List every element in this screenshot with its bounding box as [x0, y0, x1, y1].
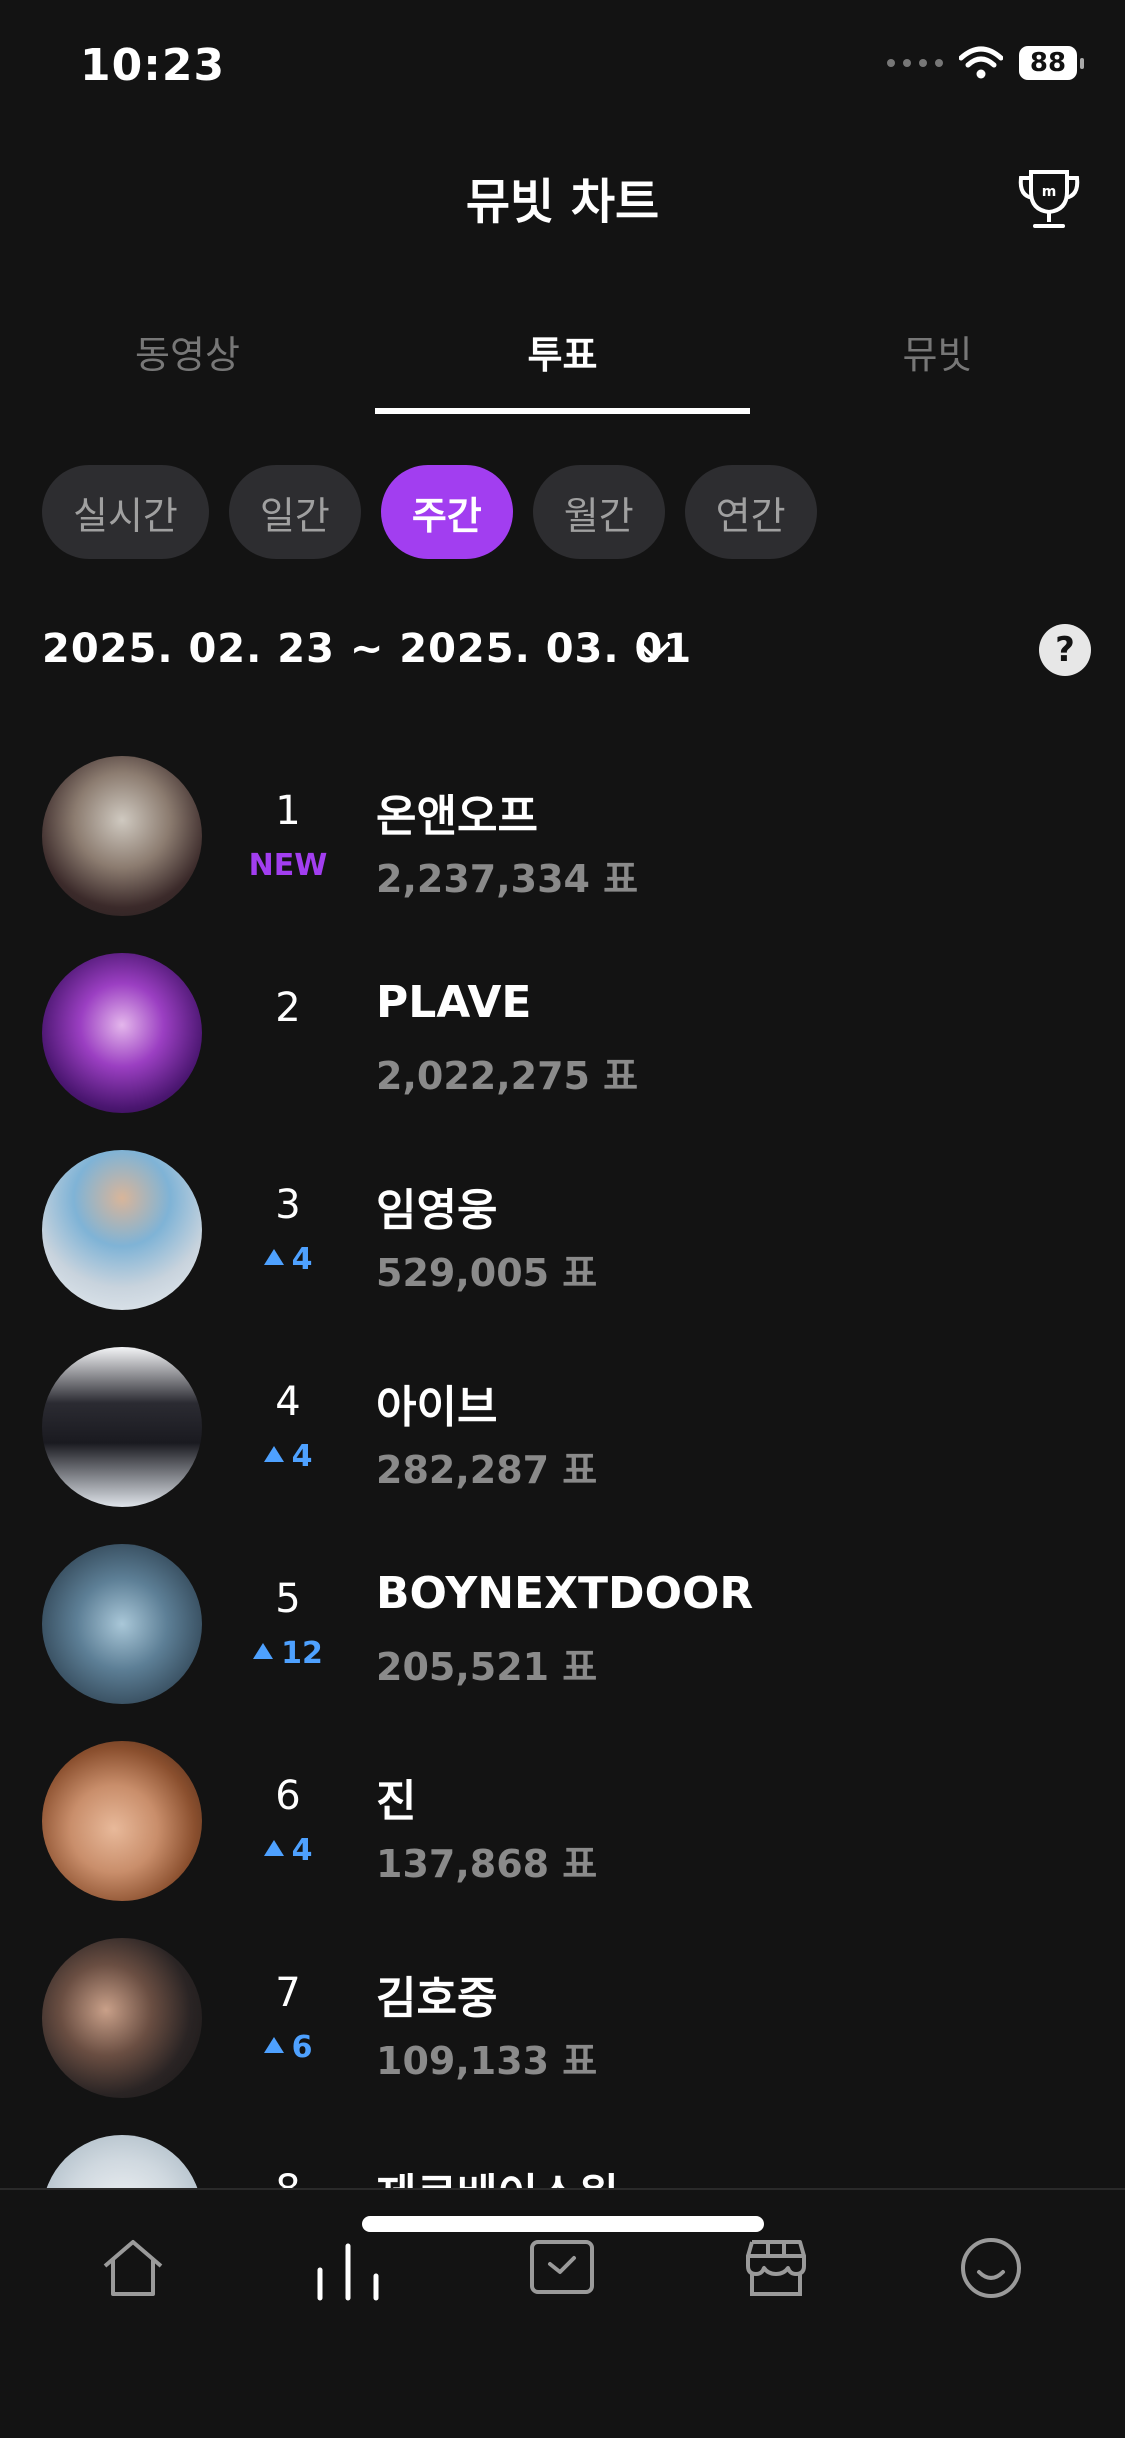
rank-change-value: 4 [291, 1242, 313, 1277]
rank-number: 6 [275, 1773, 301, 1819]
rank-number: 7 [275, 1970, 301, 2016]
rank-change-badge: NEW [248, 848, 328, 883]
vote-box-icon[interactable] [524, 2230, 600, 2306]
artist-name: 진 [376, 1776, 417, 1827]
rank-number: 1 [275, 788, 301, 834]
artist-name: 임영웅 [376, 1185, 498, 1236]
artist-avatar [42, 1741, 202, 1901]
help-icon[interactable]: ? [1039, 624, 1091, 676]
artist-name: 아이브 [376, 1382, 498, 1433]
chart-tabs: 동영상 투표 뮤빗 [0, 310, 1125, 415]
chevron-down-icon[interactable] [632, 630, 676, 674]
period-filters: 실시간 일간 주간 월간 연간 [42, 465, 817, 559]
rank-up-icon [263, 1839, 284, 1856]
rank-number: 3 [275, 1182, 301, 1228]
status-time: 10:23 [80, 40, 226, 91]
artist-name: PLAVE [376, 977, 532, 1028]
rank-change-value: 4 [291, 1833, 313, 1868]
rank-number: 8 [275, 2167, 301, 2190]
rank-change-value: 6 [291, 2030, 313, 2065]
date-range-text[interactable]: 2025. 02. 23 ~ 2025. 03. 01 [42, 626, 692, 672]
rank-up-icon [263, 1445, 284, 1462]
vote-count: 282,287 표 [376, 1448, 598, 1492]
wifi-icon [959, 46, 1003, 79]
rank-number: 4 [275, 1379, 301, 1425]
tab-mubeat[interactable]: 뮤빗 [750, 324, 1125, 379]
vote-count: 205,521 표 [376, 1645, 598, 1689]
filter-realtime[interactable]: 실시간 [42, 465, 209, 559]
header: 뮤빗 차트 m [0, 150, 1125, 240]
trophy-icon[interactable]: m [1011, 162, 1087, 238]
rank-up-icon [263, 2036, 284, 2053]
page-title: 뮤빗 차트 [465, 174, 660, 230]
rank-change: 4 [238, 1439, 338, 1474]
artist-name: 제로베이스원 [376, 2159, 619, 2190]
status-bar: 10:23 88 [0, 0, 1125, 140]
artist-avatar [42, 1544, 202, 1704]
status-icons: 88 [887, 46, 1084, 80]
tab-underline [375, 408, 750, 414]
filter-yearly[interactable]: 연간 [684, 465, 817, 559]
chart-row[interactable]: 5 12 BOYNEXTDOOR 205,521 표 [0, 1538, 1125, 1718]
vote-count: 529,005 표 [376, 1251, 598, 1295]
artist-avatar [42, 2135, 202, 2190]
rank-change: 4 [238, 1242, 338, 1277]
artist-avatar [42, 1347, 202, 1507]
rank-number: 2 [275, 985, 301, 1031]
artist-avatar [42, 756, 202, 916]
profile-icon[interactable] [953, 2230, 1029, 2306]
rank-change: 4 [238, 1833, 338, 1868]
artist-name: BOYNEXTDOOR [376, 1568, 754, 1619]
chart-icon[interactable] [310, 2230, 386, 2306]
rank-change: 6 [238, 2030, 338, 2065]
battery-icon: 88 [1019, 46, 1084, 80]
svg-text:m: m [1042, 184, 1057, 200]
signal-icon [887, 59, 943, 67]
vote-count: 137,868 표 [376, 1842, 598, 1886]
vote-count: 2,237,334 표 [376, 857, 639, 901]
artist-avatar [42, 953, 202, 1113]
chart-row[interactable]: 1 NEW 온앤오프 2,237,334 표 [0, 750, 1125, 930]
vote-count: 109,133 표 [376, 2039, 598, 2083]
chart-row[interactable]: 3 4 임영웅 529,005 표 [0, 1144, 1125, 1324]
chart-row[interactable]: 2 PLAVE 2,022,275 표 [0, 947, 1125, 1127]
rank-up-icon [253, 1642, 274, 1659]
chart-row[interactable]: 8 제로베이스원 [0, 2129, 1125, 2190]
rank-up-icon [263, 1248, 284, 1265]
artist-avatar [42, 1150, 202, 1310]
tab-video[interactable]: 동영상 [0, 324, 375, 379]
chart-row[interactable]: 7 6 김호중 109,133 표 [0, 1932, 1125, 2112]
filter-daily[interactable]: 일간 [228, 465, 361, 559]
rank-change-value: 4 [291, 1439, 313, 1474]
home-indicator [362, 2216, 764, 2232]
artist-avatar [42, 1938, 202, 2098]
chart-row[interactable]: 6 4 진 137,868 표 [0, 1735, 1125, 1915]
home-icon[interactable] [95, 2230, 171, 2306]
chart-list: 1 NEW 온앤오프 2,237,334 표 2 PLAVE 2,022,275… [0, 750, 1125, 2190]
artist-name: 온앤오프 [376, 791, 538, 842]
store-icon[interactable] [738, 2230, 814, 2306]
rank-number: 5 [275, 1576, 301, 1622]
rank-change-value: 12 [281, 1636, 323, 1671]
tab-vote[interactable]: 투표 [375, 324, 750, 379]
artist-name: 김호중 [376, 1973, 498, 2024]
filter-weekly[interactable]: 주간 [380, 465, 513, 559]
rank-change: 12 [238, 1636, 338, 1671]
date-range-selector[interactable]: 2025. 02. 23 ~ 2025. 03. 01 ? [42, 624, 1091, 696]
vote-count: 2,022,275 표 [376, 1054, 639, 1098]
chart-row[interactable]: 4 4 아이브 282,287 표 [0, 1341, 1125, 1521]
filter-monthly[interactable]: 월간 [532, 465, 665, 559]
